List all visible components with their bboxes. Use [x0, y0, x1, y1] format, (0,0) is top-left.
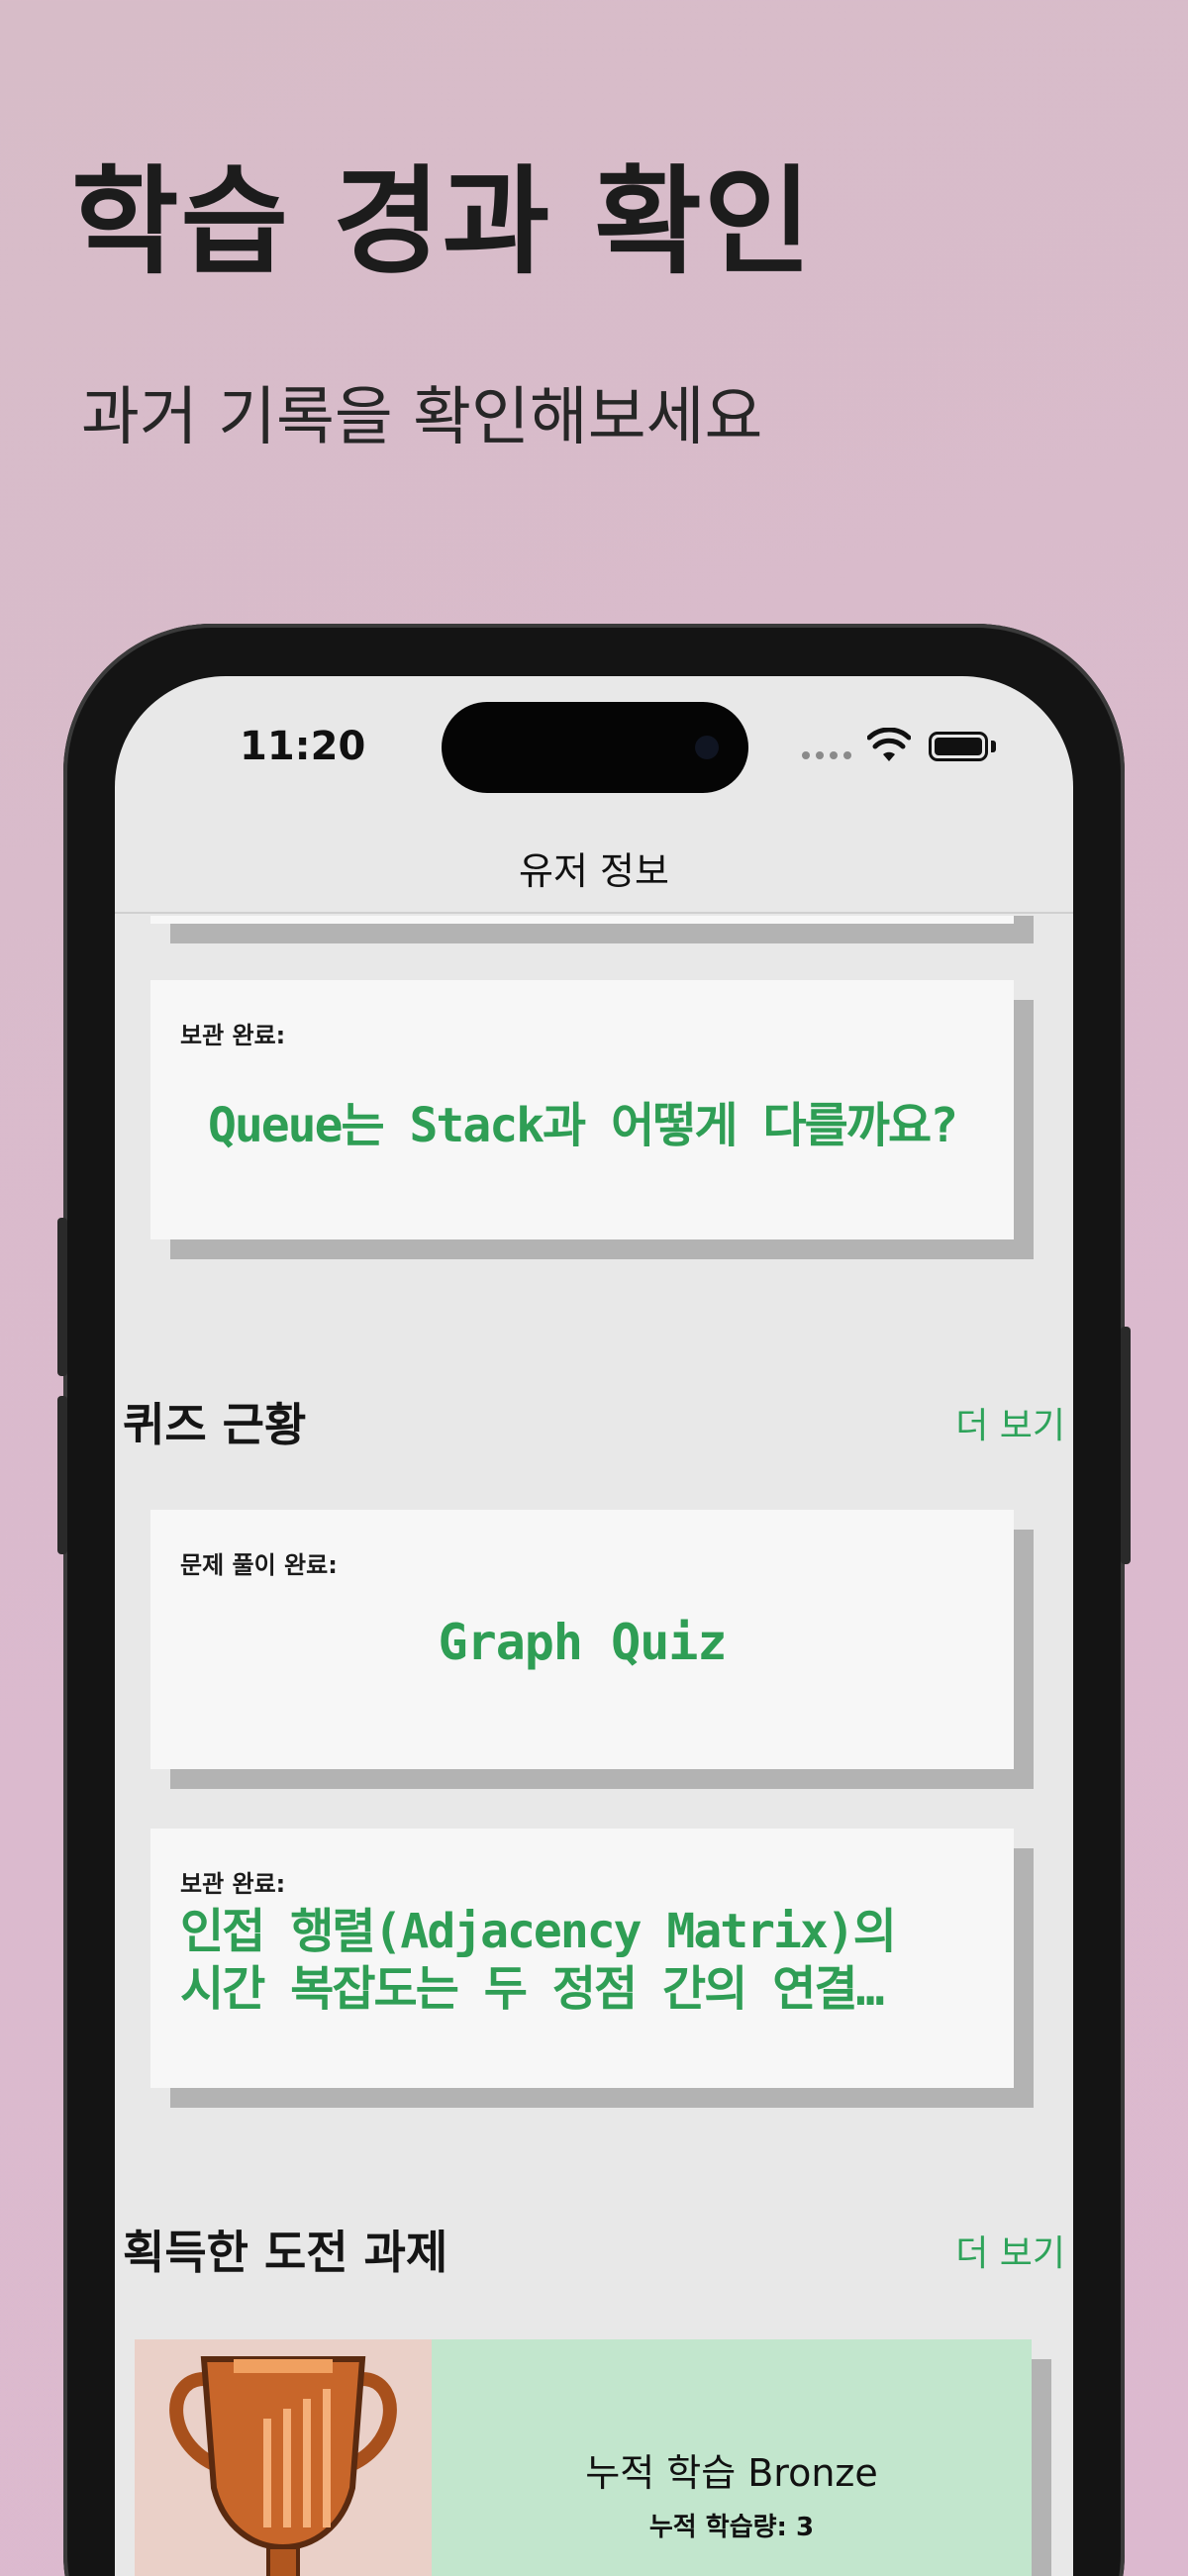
card-question-text: Queue는 Stack과 어떻게 다를까요?	[207, 1098, 958, 1153]
quiz-section-title: 퀴즈 근황	[123, 1398, 307, 1451]
status-time: 11:20	[240, 724, 366, 769]
quiz-card[interactable]: 문제 풀이 완료: Graph Quiz	[150, 1510, 1014, 1769]
nav-bar: 유저 정보	[115, 815, 1073, 914]
saved-question-card[interactable]: 보관 완료: Queue는 Stack과 어떻게 다를까요?	[150, 980, 1014, 1239]
trophy-icon	[135, 2339, 432, 2576]
dynamic-island	[442, 702, 748, 793]
badge-card[interactable]: 누적 학습 Bronze 누적 학습량: 3	[135, 2339, 1051, 2576]
camera-icon	[695, 736, 719, 759]
nav-title: 유저 정보	[519, 849, 669, 893]
challenge-more-link[interactable]: 더 보기	[955, 2225, 1065, 2276]
card-label: 보관 완료:	[180, 1022, 286, 1049]
badge-subtitle: 누적 학습량: 3	[648, 2513, 815, 2542]
status-bar: 11:20	[115, 676, 1073, 815]
challenge-section-title: 획득한 도전 과제	[123, 2226, 448, 2279]
saved-quiz-line-2: 시간 복잡도는 두 정점 간의 연결…	[180, 1961, 884, 2017]
side-button	[1121, 1327, 1131, 1564]
quiz-title-text: Graph Quiz	[438, 1614, 727, 1671]
signal-dots-icon	[802, 751, 851, 759]
wifi-icon	[867, 728, 911, 761]
side-button	[57, 1396, 67, 1554]
hero-subtitle: 과거 기록을 확인해보세요	[81, 381, 763, 454]
phone-screen: 11:20 유저 정보 보관 완료: Queue는 Stack과 어떻게 다를까…	[115, 676, 1073, 2576]
badge-info: 누적 학습 Bronze 누적 학습량: 3	[432, 2339, 1032, 2576]
hero-title: 학습 경과 확인	[71, 153, 814, 290]
battery-icon	[929, 732, 988, 761]
quiz-more-link[interactable]: 더 보기	[955, 1397, 1065, 1448]
card-label: 보관 완료:	[180, 1870, 286, 1898]
saved-quiz-card[interactable]: 보관 완료: 인접 행렬(Adjacency Matrix)의 시간 복잡도는 …	[150, 1829, 1014, 2088]
badge-title: 누적 학습 Bronze	[585, 2451, 878, 2495]
side-button	[57, 1218, 67, 1376]
partial-card[interactable]	[150, 916, 1014, 924]
battery-tip	[991, 741, 996, 752]
saved-quiz-line-1: 인접 행렬(Adjacency Matrix)의	[180, 1904, 897, 1959]
card-label: 문제 풀이 완료:	[180, 1551, 338, 1579]
